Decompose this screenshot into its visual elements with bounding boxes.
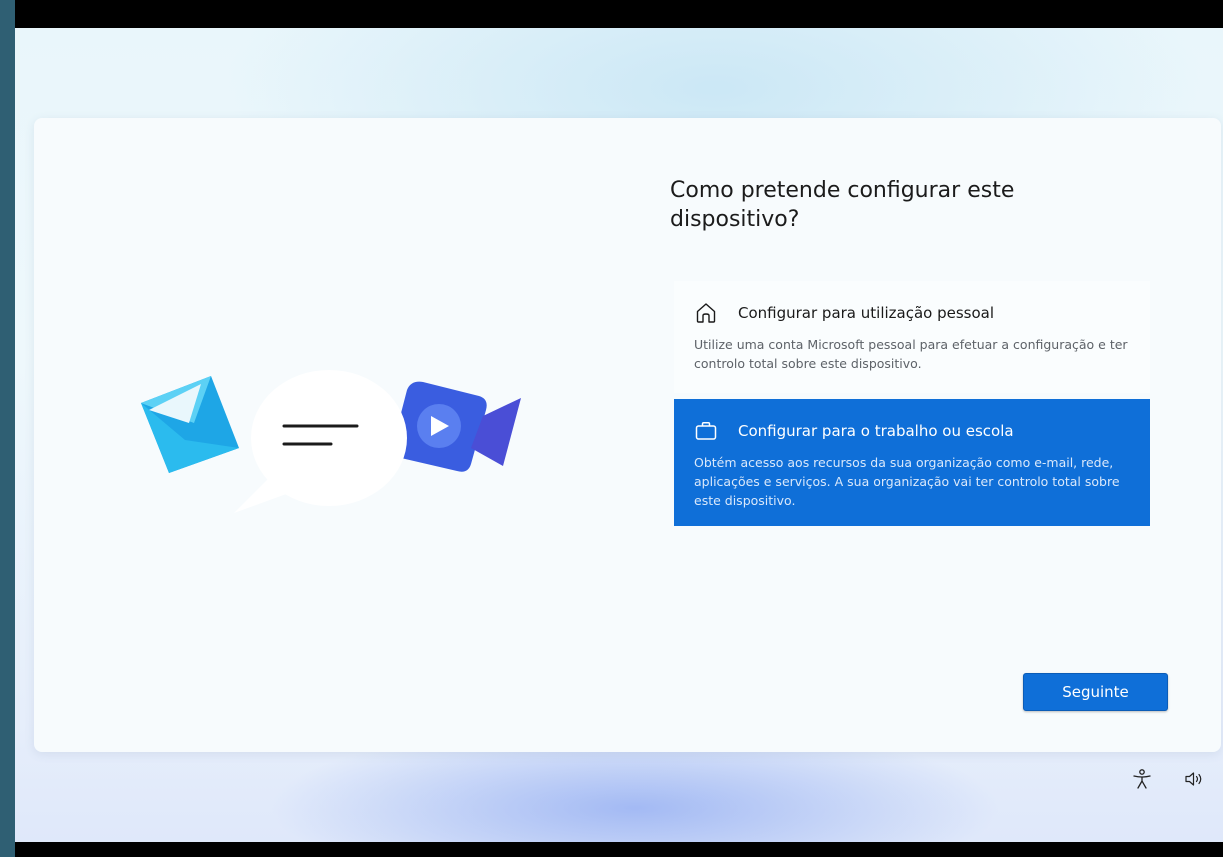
option-header: Configurar para utilização pessoal — [694, 301, 1130, 325]
option-personal[interactable]: Configurar para utilização pessoal Utili… — [674, 281, 1150, 393]
option-description: Obtém acesso aos recursos da sua organiz… — [694, 455, 1120, 508]
volume-icon[interactable] — [1183, 768, 1205, 790]
option-header: Configurar para o trabalho ou escola — [694, 419, 1130, 443]
screen: Como pretende configurar este dispositiv… — [15, 0, 1223, 857]
home-icon — [696, 303, 716, 323]
oobe-background: Como pretende configurar este dispositiv… — [15, 28, 1223, 842]
chat-bubble-icon — [234, 370, 407, 513]
setup-card: Como pretende configurar este dispositiv… — [34, 118, 1221, 752]
briefcase-icon — [695, 422, 717, 440]
option-label: Configurar para o trabalho ou escola — [738, 422, 1014, 440]
mail-chat-video-illustration — [141, 370, 521, 513]
accessibility-icon[interactable] — [1131, 768, 1153, 790]
mail-envelope-icon — [141, 376, 239, 473]
next-button[interactable]: Seguinte — [1023, 673, 1168, 711]
option-label: Configurar para utilização pessoal — [738, 304, 995, 322]
page-title: Como pretende configurar este dispositiv… — [670, 178, 1015, 232]
video-camera-icon — [392, 381, 521, 472]
option-work-school[interactable]: Configurar para o trabalho ou escola Obt… — [674, 399, 1150, 526]
option-description: Utilize uma conta Microsoft pessoal para… — [694, 337, 1128, 371]
